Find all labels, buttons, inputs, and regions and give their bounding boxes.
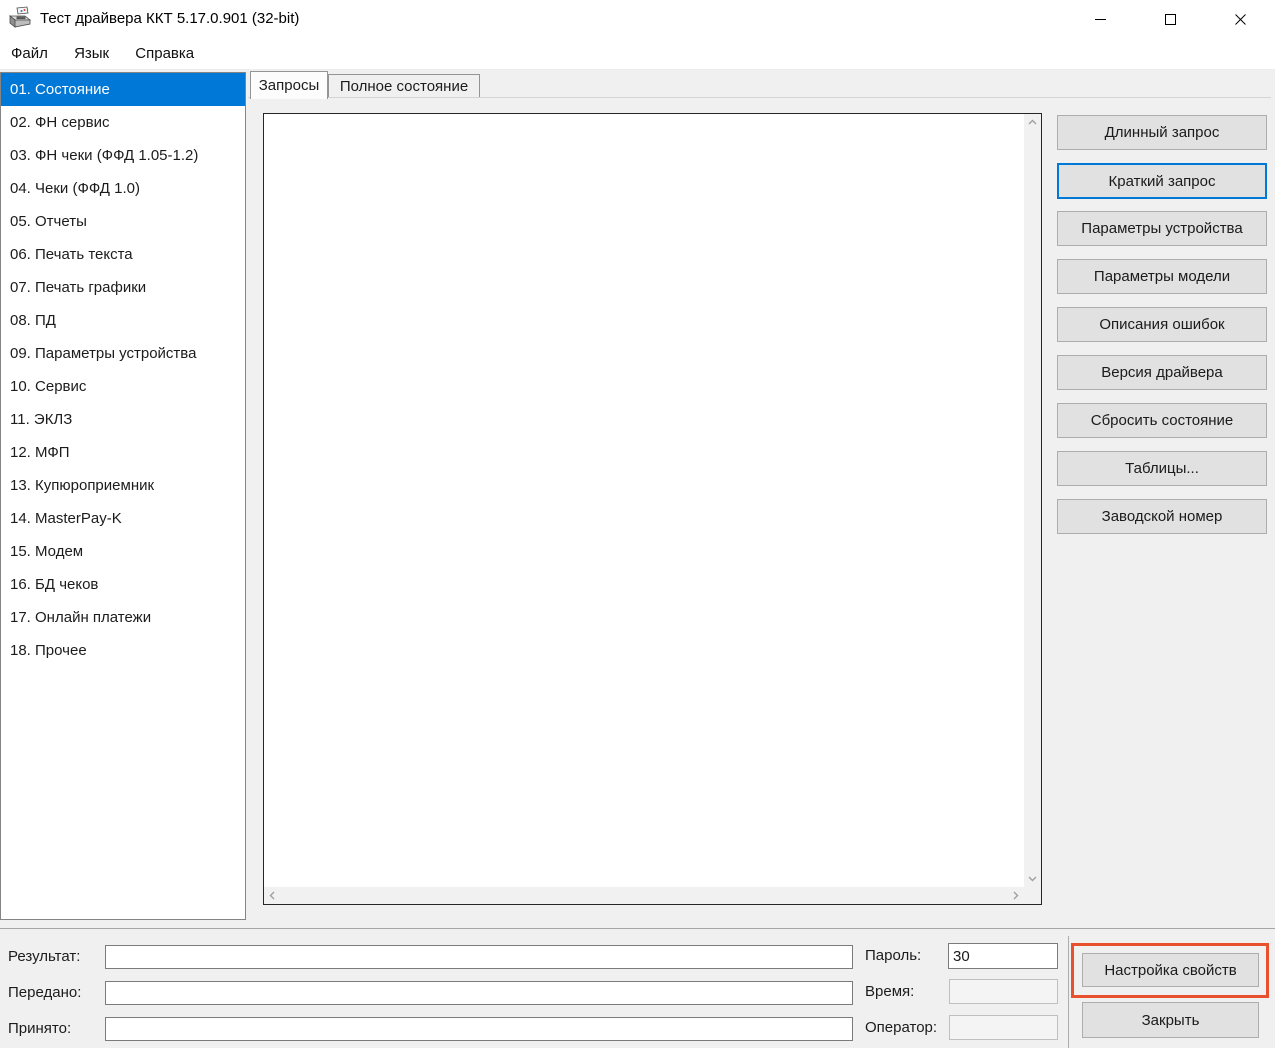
sidebar-item-device-params[interactable]: 09. Параметры устройства [1,337,245,370]
sidebar-item-print-text[interactable]: 06. Печать текста [1,238,245,271]
time-label: Время: [865,979,914,1004]
vertical-scrollbar[interactable] [1024,114,1041,887]
serial-number-button[interactable]: Заводской номер [1057,499,1267,534]
menu-language[interactable]: Язык [63,38,120,69]
error-descriptions-button[interactable]: Описания ошибок [1057,307,1267,342]
operator-label: Оператор: [865,1015,937,1040]
minimize-icon [1094,13,1107,26]
scrollbar-corner [1024,887,1041,904]
menu-help[interactable]: Справка [124,38,205,69]
tables-button[interactable]: Таблицы... [1057,451,1267,486]
maximize-icon [1164,13,1177,26]
long-query-button[interactable]: Длинный запрос [1057,115,1267,150]
sidebar-item-service[interactable]: 10. Сервис [1,370,245,403]
received-field [105,1017,853,1041]
app-window: Тест драйвера ККТ 5.17.0.901 (32-bit) Фа… [0,0,1275,1048]
device-params-button[interactable]: Параметры устройства [1057,211,1267,246]
time-field [949,979,1058,1004]
horizontal-scrollbar[interactable] [264,887,1024,904]
received-label: Принято: [8,1017,71,1041]
sidebar-item-print-graphics[interactable]: 07. Печать графики [1,271,245,304]
close-app-button[interactable]: Закрыть [1082,1002,1259,1038]
chevron-down-icon [1027,873,1038,884]
sidebar-item-other[interactable]: 18. Прочее [1,634,245,667]
footer-vertical-divider [1068,936,1069,1048]
sidebar-item-status[interactable]: 01. Состояние [1,73,245,106]
section-list: 01. Состояние 02. ФН сервис 03. ФН чеки … [0,72,246,920]
model-params-button[interactable]: Параметры модели [1057,259,1267,294]
sidebar-item-reports[interactable]: 05. Отчеты [1,205,245,238]
scroll-left-button[interactable] [264,887,281,904]
scroll-down-button[interactable] [1024,870,1041,887]
sidebar-item-receipt-db[interactable]: 16. БД чеков [1,568,245,601]
operator-field [949,1015,1058,1040]
chevron-right-icon [1010,890,1021,901]
sidebar-item-fn-receipts[interactable]: 03. ФН чеки (ФФД 1.05-1.2) [1,139,245,172]
sidebar-item-receipts[interactable]: 04. Чеки (ФФД 1.0) [1,172,245,205]
result-label: Результат: [8,945,80,969]
scroll-right-button[interactable] [1007,887,1024,904]
menu-bar: Файл Язык Справка [0,38,1275,70]
close-button[interactable] [1217,0,1263,38]
sent-field [105,981,853,1005]
maximize-button[interactable] [1147,0,1193,38]
footer-separator [0,928,1275,929]
result-field [105,945,853,969]
sidebar-item-eklz[interactable]: 11. ЭКЛЗ [1,403,245,436]
driver-version-button[interactable]: Версия драйвера [1057,355,1267,390]
sidebar-item-masterpay[interactable]: 14. MasterPay-K [1,502,245,535]
sidebar-item-fn-service[interactable]: 02. ФН сервис [1,106,245,139]
close-icon [1234,13,1247,26]
sidebar-item-mfp[interactable]: 12. МФП [1,436,245,469]
password-input[interactable] [948,943,1058,969]
chevron-left-icon [267,890,278,901]
window-title: Тест драйвера ККТ 5.17.0.901 (32-bit) [40,0,299,38]
tabpage-top-edge [248,97,1271,98]
query-output-text [268,117,1019,882]
reset-state-button[interactable]: Сбросить состояние [1057,403,1267,438]
sidebar-item-modem[interactable]: 15. Модем [1,535,245,568]
sidebar-item-bill-acceptor[interactable]: 13. Купюроприемник [1,469,245,502]
driver-settings-button[interactable]: Настройка свойств [1082,953,1259,987]
tab-full-status[interactable]: Полное состояние [328,74,480,98]
password-label: Пароль: [865,943,921,969]
short-query-button[interactable]: Краткий запрос [1057,163,1267,199]
tab-queries[interactable]: Запросы [250,71,328,99]
scroll-up-button[interactable] [1024,114,1041,131]
query-output-area[interactable] [263,113,1042,905]
title-bar: Тест драйвера ККТ 5.17.0.901 (32-bit) [0,0,1275,38]
sidebar-item-pd[interactable]: 08. ПД [1,304,245,337]
sidebar-item-online-payments[interactable]: 17. Онлайн платежи [1,601,245,634]
chevron-up-icon [1027,117,1038,128]
sent-label: Передано: [8,981,81,1005]
printer-icon [7,6,33,32]
menu-file[interactable]: Файл [0,38,59,69]
minimize-button[interactable] [1077,0,1123,38]
